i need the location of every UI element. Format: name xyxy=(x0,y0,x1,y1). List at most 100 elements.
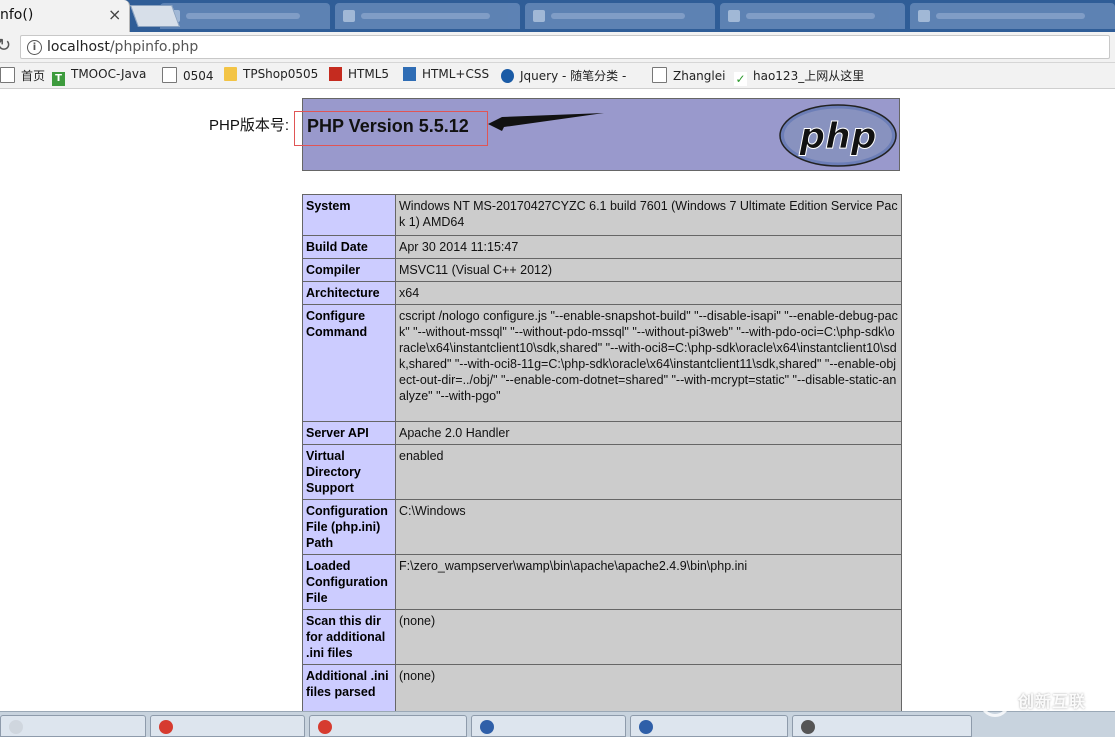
tab-title-blurred xyxy=(361,13,490,19)
php-logo: php xyxy=(779,104,897,167)
bookmark-label: HTML5 xyxy=(348,67,390,81)
bookmark-label: Jquery - 随笔分类 - xyxy=(520,69,627,83)
table-row: Configuration File (php.ini) Path C:\Win… xyxy=(302,499,902,555)
row-value: MSVC11 (Visual C++ 2012) xyxy=(395,258,902,282)
version-annotation-label: PHP版本号: xyxy=(209,117,290,134)
jquery-icon xyxy=(501,69,514,83)
blue-icon xyxy=(403,67,416,81)
tab-favicon xyxy=(918,10,930,22)
tab-favicon xyxy=(343,10,355,22)
bookmark-tpshop[interactable]: TPShop0505 xyxy=(224,67,318,81)
app-icon xyxy=(159,720,173,734)
arrow-icon xyxy=(488,113,604,131)
phpinfo-table: System Windows NT MS-20170427CYZC 6.1 bu… xyxy=(302,194,902,711)
watermark-logo: 创新互联 xyxy=(980,684,1110,724)
background-tab[interactable] xyxy=(910,3,1115,29)
background-tab[interactable] xyxy=(720,3,905,29)
bookmarks-bar: 首页 T TMOOC-Java 0504 TPShop0505 HTML5 HTM… xyxy=(0,63,1115,89)
new-tab-button[interactable] xyxy=(129,5,181,27)
doc-icon xyxy=(652,67,667,83)
bookmark-tmooc[interactable]: T TMOOC-Java xyxy=(52,67,146,86)
table-row: Server API Apache 2.0 Handler xyxy=(302,421,902,445)
php-logo-text: php xyxy=(798,116,876,157)
table-row: Loaded Configuration File F:\zero_wampse… xyxy=(302,554,902,610)
table-row: Architecture x64 xyxy=(302,281,902,305)
table-row: System Windows NT MS-20170427CYZC 6.1 bu… xyxy=(302,194,902,236)
row-key: Build Date xyxy=(302,235,396,259)
background-tab[interactable] xyxy=(525,3,715,29)
app-icon xyxy=(318,720,332,734)
row-value: x64 xyxy=(395,281,902,305)
html5-icon xyxy=(329,67,342,81)
watermark-icon xyxy=(980,687,1010,717)
url-host: localhost xyxy=(47,39,110,55)
bookmark-label: hao123_上网从这里 xyxy=(753,69,865,83)
url-input[interactable]: i localhost/phpinfo.php xyxy=(20,35,1110,59)
app-icon xyxy=(480,720,494,734)
taskbar-button[interactable] xyxy=(0,715,146,737)
bookmark-label: TMOOC-Java xyxy=(71,67,147,81)
taskbar-button[interactable] xyxy=(471,715,626,737)
tab-title-blurred xyxy=(746,13,875,19)
taskbar-button[interactable] xyxy=(309,715,467,737)
bookmark-hao123[interactable]: ✓ hao123_上网从这里 xyxy=(734,67,864,86)
tab-strip: nfo() × xyxy=(0,0,1115,32)
address-bar: ↻ i localhost/phpinfo.php xyxy=(0,32,1115,63)
bookmark-0504[interactable]: 0504 xyxy=(162,67,214,83)
app-icon xyxy=(9,720,23,734)
background-tab[interactable] xyxy=(335,3,520,29)
row-key: Scan this dir for additional .ini files xyxy=(302,609,396,665)
app-icon xyxy=(639,720,653,734)
bookmark-label: Zhanglei xyxy=(673,69,726,83)
row-key: Additional .ini files parsed xyxy=(302,664,396,711)
tab-favicon xyxy=(533,10,545,22)
doc-icon xyxy=(162,67,177,83)
info-icon[interactable]: i xyxy=(27,40,42,55)
tab-title-blurred xyxy=(186,13,300,19)
taskbar-button[interactable] xyxy=(150,715,305,737)
tab-favicon xyxy=(728,10,740,22)
watermark-text: 创新互联 xyxy=(1018,692,1087,711)
row-value: C:\Windows xyxy=(395,499,902,555)
row-value: F:\zero_wampserver\wamp\bin\apache\apach… xyxy=(395,554,902,610)
taskbar xyxy=(0,711,1115,737)
taskbar-button[interactable] xyxy=(792,715,972,737)
tab-title: nfo() xyxy=(0,7,34,23)
url-text: localhost/phpinfo.php xyxy=(47,39,198,55)
row-key: Architecture xyxy=(302,281,396,305)
reload-icon[interactable]: ↻ xyxy=(0,35,11,56)
url-path: /phpinfo.php xyxy=(109,39,199,55)
row-value: (none) xyxy=(395,609,902,665)
bookmark-label: 首页 xyxy=(21,69,46,83)
tab-title-blurred xyxy=(936,13,1085,19)
row-key: Configure Command xyxy=(302,304,396,422)
table-row: Build Date Apr 30 2014 11:15:47 xyxy=(302,235,902,259)
row-key: Loaded Configuration File xyxy=(302,554,396,610)
row-key: System xyxy=(302,194,396,236)
active-tab[interactable]: nfo() × xyxy=(0,0,130,32)
table-row: Scan this dir for additional .ini files … xyxy=(302,609,902,665)
row-key: Virtual Directory Support xyxy=(302,444,396,500)
row-value: cscript /nologo configure.js "--enable-s… xyxy=(395,304,902,422)
bookmark-html-css[interactable]: HTML+CSS xyxy=(403,67,489,81)
bookmark-home[interactable]: 首页 xyxy=(0,67,45,84)
close-icon[interactable]: × xyxy=(108,5,121,24)
folder-icon xyxy=(224,67,237,81)
row-value: Apr 30 2014 11:15:47 xyxy=(395,235,902,259)
tab-title-blurred xyxy=(551,13,685,19)
row-key: Compiler xyxy=(302,258,396,282)
tmooc-icon: T xyxy=(52,72,65,86)
row-value: enabled xyxy=(395,444,902,500)
table-row: Configure Command cscript /nologo config… xyxy=(302,304,902,422)
annotation-highlight-box xyxy=(294,111,488,146)
row-key: Configuration File (php.ini) Path xyxy=(302,499,396,555)
bookmark-label: TPShop0505 xyxy=(243,67,319,81)
row-key: Server API xyxy=(302,421,396,445)
bookmark-zhanglei[interactable]: Zhanglei xyxy=(652,67,725,83)
background-tab[interactable] xyxy=(160,3,330,29)
bookmark-jquery[interactable]: Jquery - 随笔分类 - xyxy=(501,67,626,84)
bookmark-label: HTML+CSS xyxy=(422,67,490,81)
taskbar-button[interactable] xyxy=(630,715,788,737)
bookmark-html5[interactable]: HTML5 xyxy=(329,67,389,81)
hao123-icon: ✓ xyxy=(734,72,747,86)
